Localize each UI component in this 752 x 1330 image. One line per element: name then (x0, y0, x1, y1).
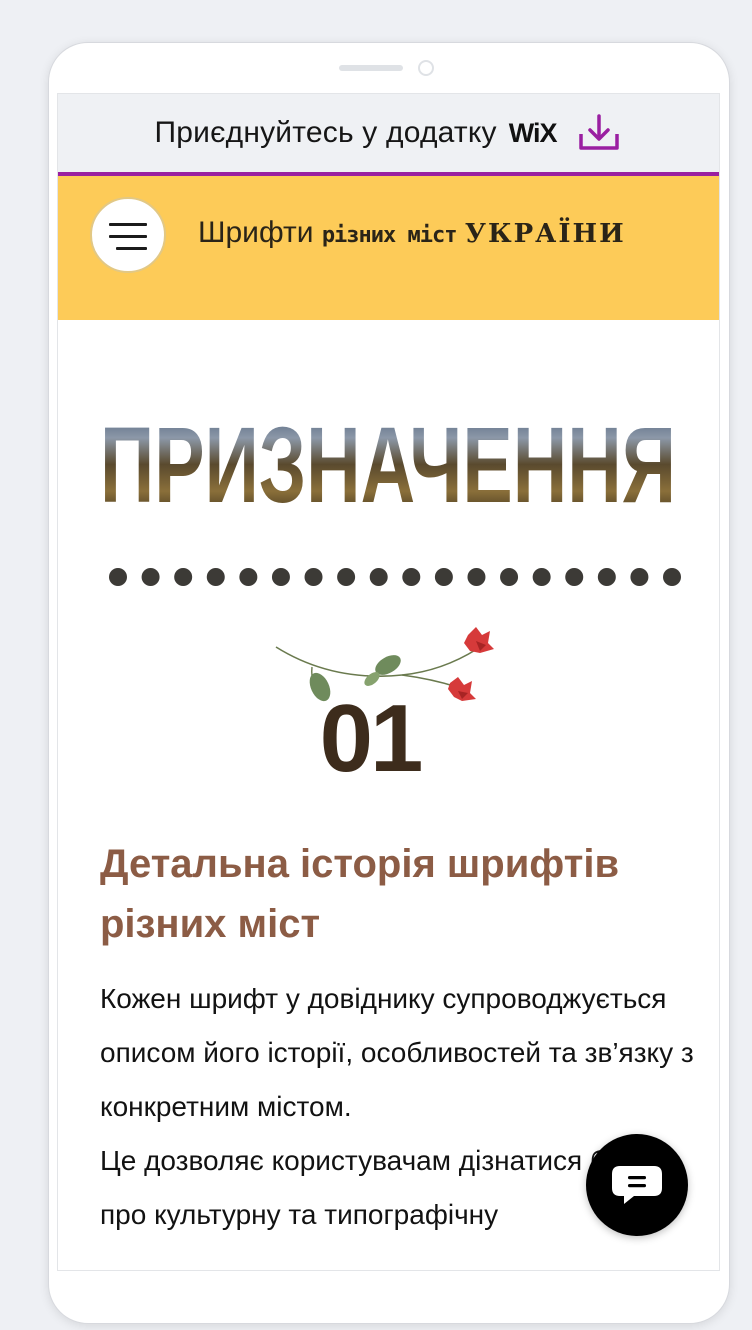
site-title[interactable]: Шрифти різних міст УКРАЇНИ (198, 216, 626, 250)
divider-dot (630, 568, 649, 586)
divider-dot (532, 568, 551, 586)
divider-dot (369, 568, 388, 586)
divider-dot (109, 568, 127, 586)
divider-dot (271, 568, 290, 586)
phone-frame: Приєднуйтесь у додатку WiX Шрифти різних… (48, 42, 730, 1324)
phone-camera (418, 60, 434, 76)
step-number: 01 (319, 685, 424, 792)
site-title-part3: УКРАЇНИ (464, 219, 626, 249)
divider-dot (467, 568, 486, 586)
wix-logo: WiX (508, 117, 558, 148)
divider-dot (337, 568, 356, 586)
divider-dot (434, 568, 453, 586)
chat-button[interactable] (586, 1134, 688, 1236)
divider-dot (663, 568, 681, 586)
hero-title: ПРИЗНАЧЕННЯ (100, 404, 676, 520)
dot-divider (109, 568, 681, 586)
divider-dot (565, 568, 584, 586)
app-promo-banner[interactable]: Приєднуйтесь у додатку WiX (58, 94, 719, 176)
hamburger-menu-icon (109, 223, 147, 226)
divider-dot (500, 568, 519, 586)
chat-bubble-icon (612, 1166, 662, 1204)
site-header: Шрифти різних міст УКРАЇНИ (58, 176, 719, 320)
mobile-screen: Приєднуйтесь у додатку WiX Шрифти різних… (57, 93, 720, 1271)
divider-dot (402, 568, 421, 586)
divider-dot (304, 568, 323, 586)
section-heading: Детальна історія шрифтів різних міст (100, 842, 620, 946)
divider-dot (174, 568, 193, 586)
phone-speaker (339, 65, 403, 71)
divider-dot (597, 568, 616, 586)
site-title-part1: Шрифти (198, 216, 314, 249)
download-icon[interactable] (576, 112, 622, 154)
divider-dot (141, 568, 160, 586)
paragraph: Кожен шрифт у довіднику супроводжується … (100, 983, 694, 1122)
divider-dot (239, 568, 258, 586)
hamburger-menu-button[interactable] (90, 197, 166, 273)
hero-title-text: ПРИЗНАЧЕННЯ (100, 404, 676, 520)
site-title-part2: різних міст (321, 223, 458, 248)
divider-dot (206, 568, 225, 586)
app-promo-text: Приєднуйтесь у додатку (154, 116, 497, 149)
